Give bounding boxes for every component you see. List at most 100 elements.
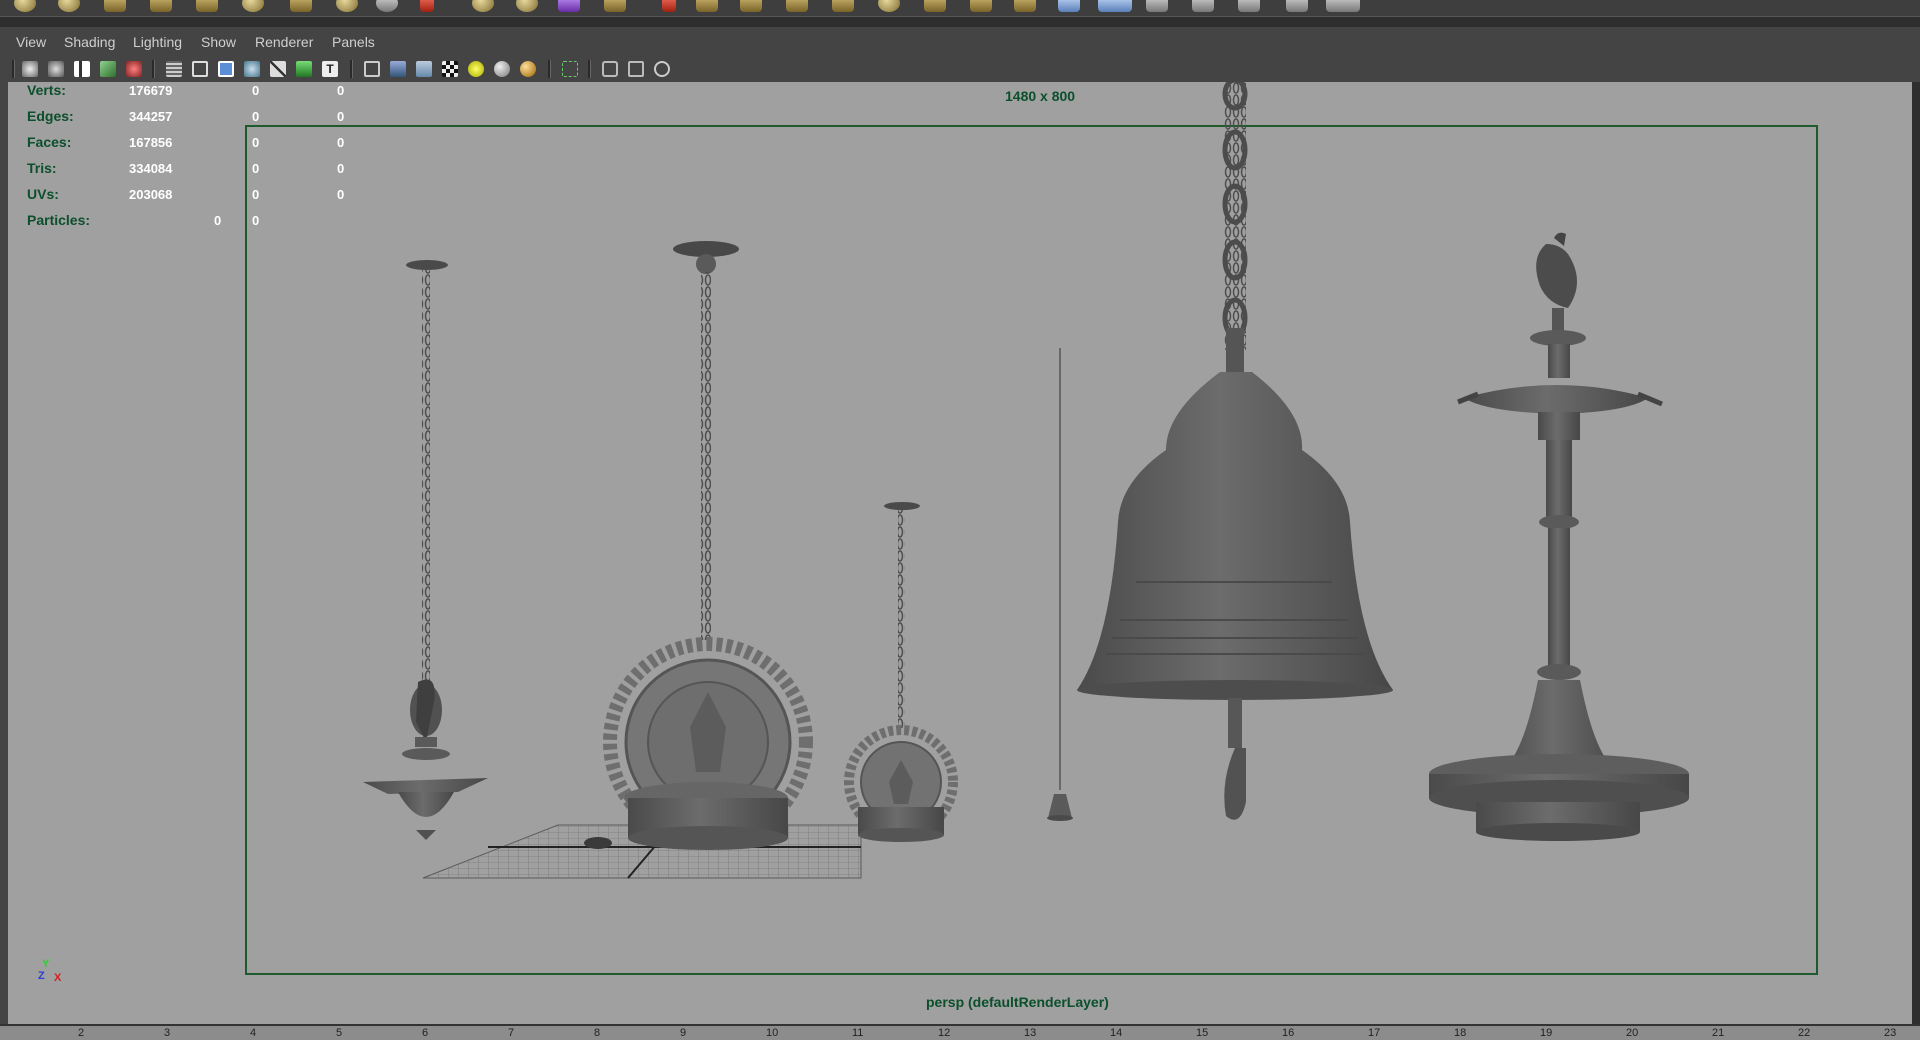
time-tick: 14 <box>1110 1027 1123 1039</box>
shelf-tool-icon[interactable] <box>242 0 264 12</box>
field-chart-icon[interactable] <box>270 61 286 77</box>
shelf-tool-icon[interactable] <box>14 0 36 12</box>
smooth-shade-icon[interactable] <box>390 61 406 77</box>
camera-label: persp (defaultRenderLayer) <box>926 994 1109 1010</box>
standing-peacock-lamp <box>1429 232 1689 841</box>
menu-renderer[interactable]: Renderer <box>255 34 313 50</box>
shelf-tool-icon[interactable] <box>558 0 580 12</box>
shelf-tool-icon[interactable] <box>1098 0 1132 12</box>
lights-icon[interactable] <box>468 61 484 77</box>
shelf-tool-icon[interactable] <box>1238 0 1260 12</box>
menu-show[interactable]: Show <box>201 34 236 50</box>
shelf-tool-icon[interactable] <box>1058 0 1080 12</box>
shelf-tool-icon[interactable] <box>420 0 434 12</box>
time-tick: 18 <box>1454 1027 1467 1039</box>
menu-shading[interactable]: Shading <box>64 34 115 50</box>
toolbar-separator <box>548 60 551 78</box>
menu-lighting[interactable]: Lighting <box>133 34 182 50</box>
time-tick: 23 <box>1884 1027 1897 1039</box>
toolbar-separator <box>152 60 155 78</box>
hanging-peacock-lamp <box>363 260 488 840</box>
hanging-deity-lamp <box>584 241 813 850</box>
xray-joints-icon[interactable] <box>654 61 670 77</box>
shelf-tool-icon[interactable] <box>516 0 538 12</box>
isolate-select-icon[interactable] <box>602 61 618 77</box>
time-tick: 6 <box>422 1027 429 1039</box>
time-tick: 22 <box>1798 1027 1811 1039</box>
shelf-tool-icon[interactable] <box>832 0 854 12</box>
time-tick: 9 <box>680 1027 687 1039</box>
time-tick: 16 <box>1282 1027 1295 1039</box>
axis-y-label: Y <box>42 958 50 970</box>
time-tick: 3 <box>164 1027 171 1039</box>
bookmark-icon[interactable] <box>74 61 90 77</box>
image-plane-icon[interactable] <box>100 61 116 77</box>
safe-title-icon[interactable]: T <box>322 61 338 77</box>
time-tick: 17 <box>1368 1027 1381 1039</box>
shelf-tool-icon[interactable] <box>662 0 676 12</box>
panel-border <box>1912 82 1920 1024</box>
time-tick: 10 <box>766 1027 779 1039</box>
menu-view[interactable]: View <box>16 34 46 50</box>
panel-menu-bar: View Shading Lighting Show Renderer Pane… <box>8 28 1920 54</box>
grease-pencil-icon[interactable] <box>126 61 142 77</box>
shelf-tool-icon[interactable] <box>196 0 218 12</box>
time-tick: 15 <box>1196 1027 1209 1039</box>
shelf-tool-icon[interactable] <box>1326 0 1360 12</box>
resolution-gate-icon[interactable] <box>218 61 234 77</box>
time-tick: 19 <box>1540 1027 1553 1039</box>
scene-geometry <box>363 82 1689 879</box>
time-tick: 12 <box>938 1027 951 1039</box>
shelf-tool-icon[interactable] <box>1286 0 1308 12</box>
time-tick: 11 <box>852 1027 864 1039</box>
xray-icon[interactable] <box>628 61 644 77</box>
shelf-tool-icon[interactable] <box>472 0 494 12</box>
time-tick: 5 <box>336 1027 343 1039</box>
camera-select-icon[interactable] <box>22 61 38 77</box>
shelf-tool-icon[interactable] <box>786 0 808 12</box>
shelf-tool-icon[interactable] <box>150 0 172 12</box>
textured-icon[interactable] <box>442 61 458 77</box>
shelf-tool-icon[interactable] <box>58 0 80 12</box>
large-temple-bell <box>1077 82 1393 820</box>
time-tick: 7 <box>508 1027 515 1039</box>
viewport-canvas[interactable]: Verts: 176679 0 0 Edges: 344257 0 0 Face… <box>8 82 1920 1024</box>
panel-toolbar: T <box>8 54 1920 84</box>
gate-mask-icon[interactable] <box>244 61 260 77</box>
grid-icon[interactable] <box>166 61 182 77</box>
menu-panels[interactable]: Panels <box>332 34 375 50</box>
wireframe-icon[interactable] <box>364 61 380 77</box>
time-tick: 2 <box>78 1027 85 1039</box>
shelf-tool-icon[interactable] <box>104 0 126 12</box>
time-tick: 8 <box>594 1027 601 1039</box>
shelf-separator <box>0 16 1920 27</box>
shelf-tool-icon[interactable] <box>376 0 398 12</box>
shelf-tool-icon[interactable] <box>1192 0 1214 12</box>
small-string-bell <box>1047 348 1073 821</box>
shadows-icon[interactable] <box>494 61 510 77</box>
small-hanging-lamp <box>844 502 958 842</box>
shelf-tool-icon[interactable] <box>1146 0 1168 12</box>
shelf-tool-icon[interactable] <box>336 0 358 12</box>
toolbar-separator <box>588 60 591 78</box>
shelf-bar <box>0 0 1920 16</box>
shelf-tool-icon[interactable] <box>604 0 626 12</box>
default-material-icon[interactable] <box>416 61 432 77</box>
time-tick: 20 <box>1626 1027 1639 1039</box>
shelf-tool-icon[interactable] <box>740 0 762 12</box>
axis-x-label: X <box>54 972 62 984</box>
axis-z-label: Z <box>38 970 45 982</box>
film-gate-icon[interactable] <box>192 61 208 77</box>
ambient-occlusion-icon[interactable] <box>520 61 536 77</box>
shelf-tool-icon[interactable] <box>1014 0 1036 12</box>
time-tick: 4 <box>250 1027 257 1039</box>
shelf-tool-icon[interactable] <box>924 0 946 12</box>
safe-action-icon[interactable] <box>296 61 312 77</box>
toolbar-separator <box>350 60 353 78</box>
select-highlight-icon[interactable] <box>562 61 578 77</box>
shelf-tool-icon[interactable] <box>290 0 312 12</box>
shelf-tool-icon[interactable] <box>696 0 718 12</box>
camera-attributes-icon[interactable] <box>48 61 64 77</box>
shelf-tool-icon[interactable] <box>970 0 992 12</box>
shelf-tool-icon[interactable] <box>878 0 900 12</box>
